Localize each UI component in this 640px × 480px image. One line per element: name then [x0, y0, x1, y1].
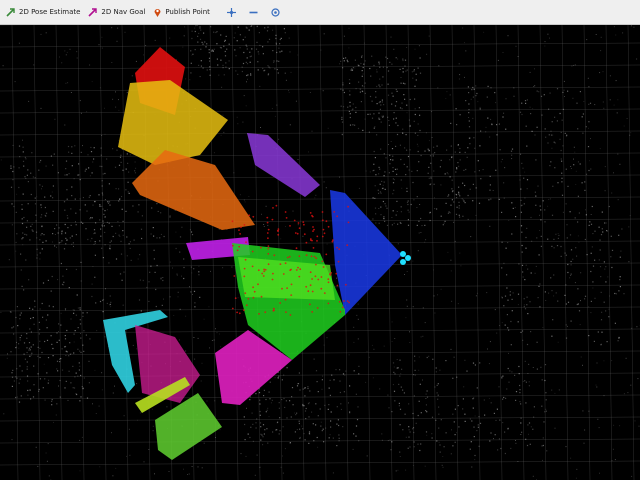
nav-goal-arrow-icon — [88, 8, 98, 17]
zoom-out-icon — [249, 11, 258, 13]
pose-estimate-label: 2D Pose Estimate — [19, 8, 81, 16]
tool-toolbar: 2D Pose Estimate 2D Nav Goal Publish Poi… — [0, 0, 640, 25]
map-scene — [0, 25, 640, 480]
nav-goal-label: 2D Nav Goal — [101, 8, 146, 16]
publish-point-tool[interactable]: Publish Point — [149, 2, 214, 23]
focus-camera-tool[interactable] — [266, 2, 288, 23]
nav-goal-tool[interactable]: 2D Nav Goal — [84, 2, 149, 23]
map-pin-icon — [154, 8, 161, 17]
move-camera-tool[interactable] — [222, 2, 244, 23]
publish-point-label: Publish Point — [165, 8, 210, 16]
zoom-out-tool[interactable] — [244, 2, 266, 23]
pose-estimate-tool[interactable]: 2D Pose Estimate — [2, 2, 84, 23]
focus-camera-icon — [271, 7, 280, 17]
pose-estimate-arrow-icon — [6, 8, 15, 17]
3d-viewport[interactable] — [0, 25, 640, 480]
move-camera-icon — [226, 7, 236, 17]
